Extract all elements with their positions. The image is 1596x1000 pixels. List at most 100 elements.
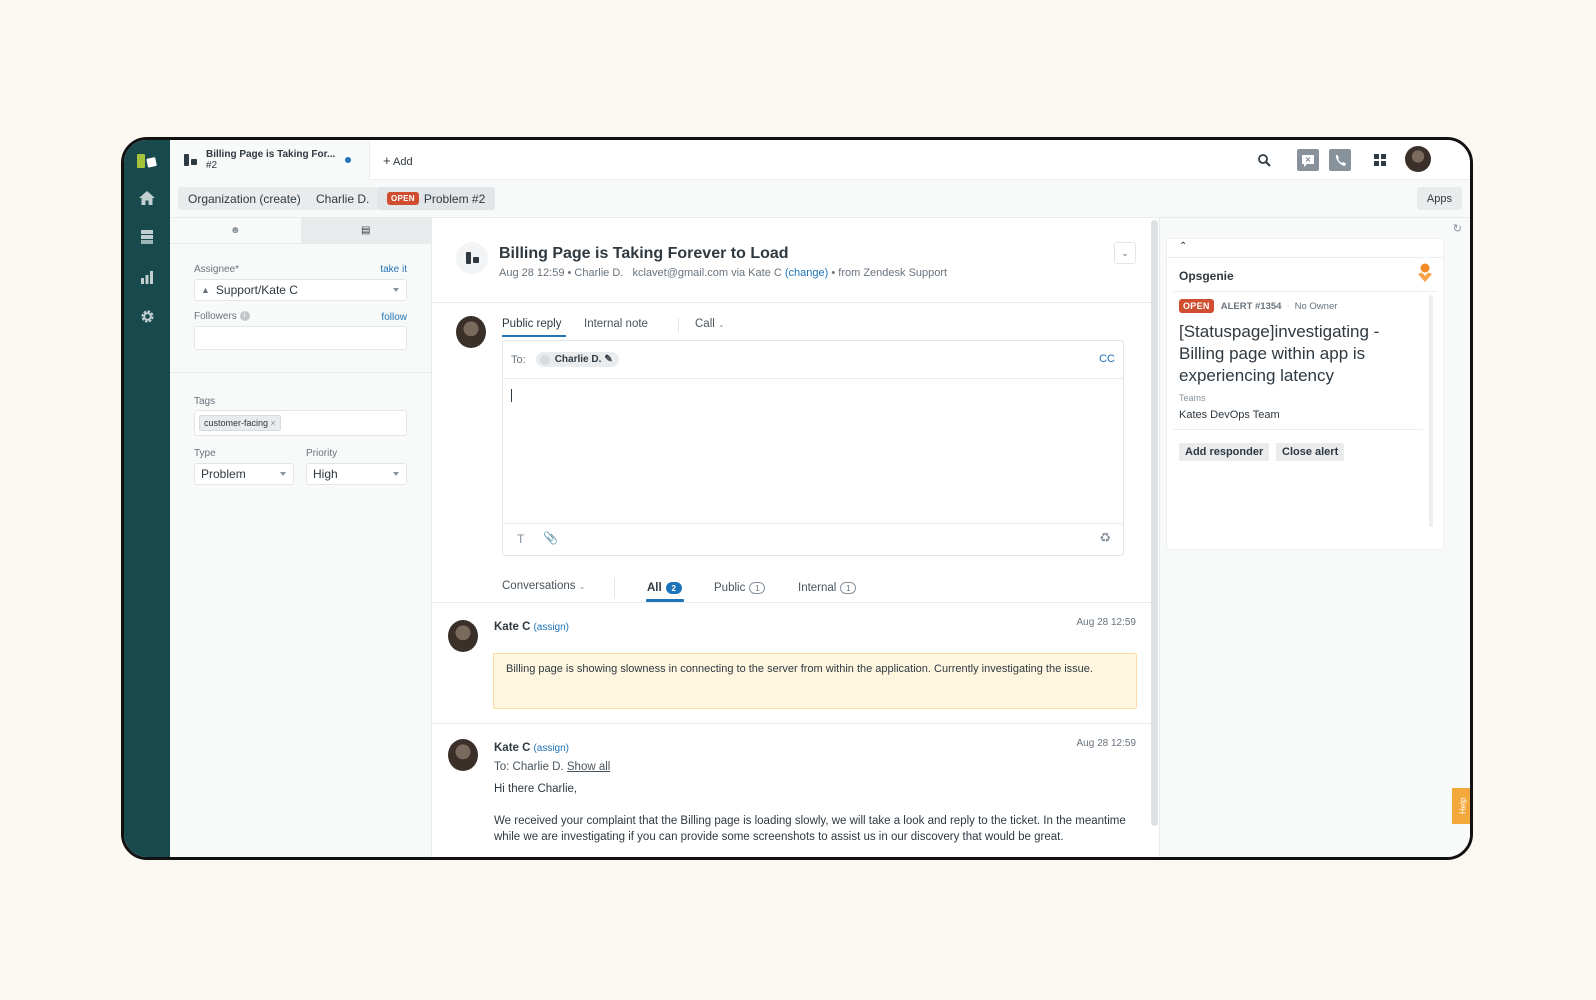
add-responder-button[interactable]: Add responder: [1179, 443, 1270, 461]
tab-internal[interactable]: Internal 1: [798, 582, 857, 594]
edit-pencil-icon[interactable]: ✎: [604, 354, 612, 365]
apps-panel: ↻ ⌃ Opsgenie OPEN ALERT #1354 · No Owner…: [1159, 218, 1470, 857]
reporting-icon[interactable]: [137, 267, 157, 287]
active-tab-indicator: [502, 335, 566, 337]
collapse-chevron-icon[interactable]: ⌃: [1179, 241, 1187, 252]
app-window: Billing Page is Taking For... #2 + Add O…: [121, 137, 1473, 860]
recipient-row: To: Charlie D. ✎: [503, 341, 1123, 379]
chevron-down-icon: ⌄: [718, 320, 725, 329]
apps-button[interactable]: Apps: [1416, 187, 1462, 210]
chevron-down-icon: [280, 472, 286, 476]
top-bar: Billing Page is Taking For... #2 + Add: [170, 140, 1470, 180]
internal-note-body: Billing page is showing slowness in conn…: [493, 653, 1137, 709]
follow-link[interactable]: follow: [381, 312, 407, 323]
take-it-link[interactable]: take it: [380, 264, 407, 275]
type-select[interactable]: Problem: [194, 463, 294, 485]
message-author-avatar: [448, 620, 478, 652]
zendesk-logo-icon[interactable]: [136, 152, 158, 170]
assignee-label: Assignee*: [194, 264, 240, 275]
close-alert-button[interactable]: Close alert: [1276, 443, 1345, 461]
chevron-down-icon: ⌄: [578, 582, 586, 591]
assign-link[interactable]: (assign): [533, 622, 569, 633]
product-tray-grid-icon[interactable]: [1369, 149, 1391, 171]
views-icon[interactable]: [137, 227, 157, 247]
app-scrollbar[interactable]: [1429, 295, 1433, 527]
tags-input[interactable]: customer-facing ×: [194, 410, 407, 436]
user-tab[interactable]: ☻: [170, 218, 301, 243]
alert-title[interactable]: [Statuspage]investigating - Billing page…: [1179, 321, 1429, 387]
ticket-meta: Aug 28 12:59 • Charlie D. kclavet@gmail.…: [499, 267, 948, 279]
tab-public[interactable]: Public 1: [714, 582, 766, 594]
priority-label: Priority: [306, 448, 338, 459]
home-icon[interactable]: [137, 188, 157, 208]
app-title: Opsgenie: [1179, 269, 1234, 283]
search-icon[interactable]: [1253, 149, 1275, 171]
alert-meta: OPEN ALERT #1354 · No Owner: [1179, 299, 1337, 313]
assign-link[interactable]: (assign): [533, 743, 569, 754]
unsaved-indicator: [345, 157, 351, 163]
remove-tag-icon[interactable]: ×: [271, 418, 276, 428]
reply-editor[interactable]: To: Charlie D. ✎ CC T 📎 ♻: [502, 340, 1124, 556]
chevron-down-icon: [393, 472, 399, 476]
settings-gear-icon[interactable]: [137, 306, 157, 326]
conversations-filter[interactable]: Conversations ⌄: [502, 580, 585, 592]
message-greeting: Hi there Charlie,: [494, 783, 578, 795]
chat-icon[interactable]: [1297, 149, 1319, 171]
person-icon: ▲: [201, 285, 210, 295]
apps-puzzle-icon[interactable]: ♻: [1099, 530, 1111, 546]
opsgenie-logo-icon: [1417, 263, 1433, 283]
ticket-main: Billing Page is Taking Forever to Load A…: [432, 218, 1152, 857]
breadcrumb-ticket-label: Problem #2: [423, 191, 486, 206]
reply-body-input[interactable]: [503, 380, 1123, 523]
count-badge: 1: [749, 582, 766, 594]
help-button[interactable]: Help: [1452, 788, 1470, 824]
ticket-title: Billing Page is Taking Forever to Load: [499, 245, 789, 262]
message-body: We received your complaint that the Bill…: [494, 815, 1126, 843]
attachment-icon[interactable]: 📎: [543, 531, 558, 545]
message-author: Kate C (assign): [494, 742, 570, 754]
breadcrumb-requester[interactable]: Charlie D.: [306, 187, 380, 210]
breadcrumb-bar: Organization (create) Charlie D. OPEN Pr…: [170, 180, 1470, 218]
tab-public-reply[interactable]: Public reply: [502, 318, 561, 330]
assignee-select[interactable]: ▲ Support/Kate C: [194, 279, 407, 301]
chevron-down-icon: ⌄: [1121, 247, 1129, 258]
priority-select[interactable]: High: [306, 463, 407, 485]
ticket-icon: ▤: [361, 225, 371, 236]
user-icon: ☻: [229, 225, 241, 236]
message-time: Aug 28 12:59: [1076, 617, 1137, 628]
refresh-icon[interactable]: ↻: [1453, 222, 1462, 235]
info-icon: i: [239, 311, 250, 322]
alert-status-badge: OPEN: [1179, 299, 1214, 313]
followers-input[interactable]: [194, 326, 407, 350]
message-time: Aug 28 12:59: [1076, 738, 1137, 749]
alert-id: ALERT #1354: [1220, 300, 1282, 312]
alert-owner: No Owner: [1294, 300, 1338, 312]
add-tab-button[interactable]: + Add: [383, 153, 413, 168]
tag-chip: customer-facing ×: [199, 415, 281, 431]
tab-call[interactable]: Call ⌄: [695, 318, 725, 330]
tab-all[interactable]: All 2: [647, 582, 682, 594]
ticket-tab[interactable]: Billing Page is Taking For... #2: [170, 140, 370, 180]
show-all-link[interactable]: Show all: [567, 761, 610, 773]
agent-avatar: [456, 316, 486, 348]
breadcrumb-organization[interactable]: Organization (create): [178, 187, 311, 210]
cc-button[interactable]: CC: [1099, 353, 1115, 365]
text-format-icon[interactable]: T: [517, 532, 524, 546]
main-scrollbar[interactable]: [1151, 220, 1158, 826]
opsgenie-app: ⌃ Opsgenie OPEN ALERT #1354 · No Owner […: [1166, 238, 1444, 550]
ticket-properties-tab[interactable]: ▤: [300, 218, 431, 243]
ticket-options-button[interactable]: ⌄: [1114, 242, 1136, 264]
message-author-avatar: [448, 739, 478, 771]
change-link[interactable]: (change): [785, 267, 828, 279]
count-badge: 2: [665, 582, 682, 594]
type-label: Type: [194, 448, 216, 459]
breadcrumb-ticket[interactable]: OPEN Problem #2: [377, 187, 496, 210]
followers-label: Followers i: [194, 311, 250, 322]
phone-icon[interactable]: [1329, 149, 1351, 171]
tab-internal-note[interactable]: Internal note: [584, 318, 648, 330]
ticket-properties-panel: ☻ ▤ Assignee* take it ▲ Support/Kate C F…: [170, 218, 432, 857]
user-avatar[interactable]: [1405, 146, 1431, 172]
message-recipients: To: Charlie D. Show all: [494, 761, 611, 773]
recipient-chip[interactable]: Charlie D. ✎: [535, 352, 619, 367]
status-badge: OPEN: [387, 192, 419, 205]
